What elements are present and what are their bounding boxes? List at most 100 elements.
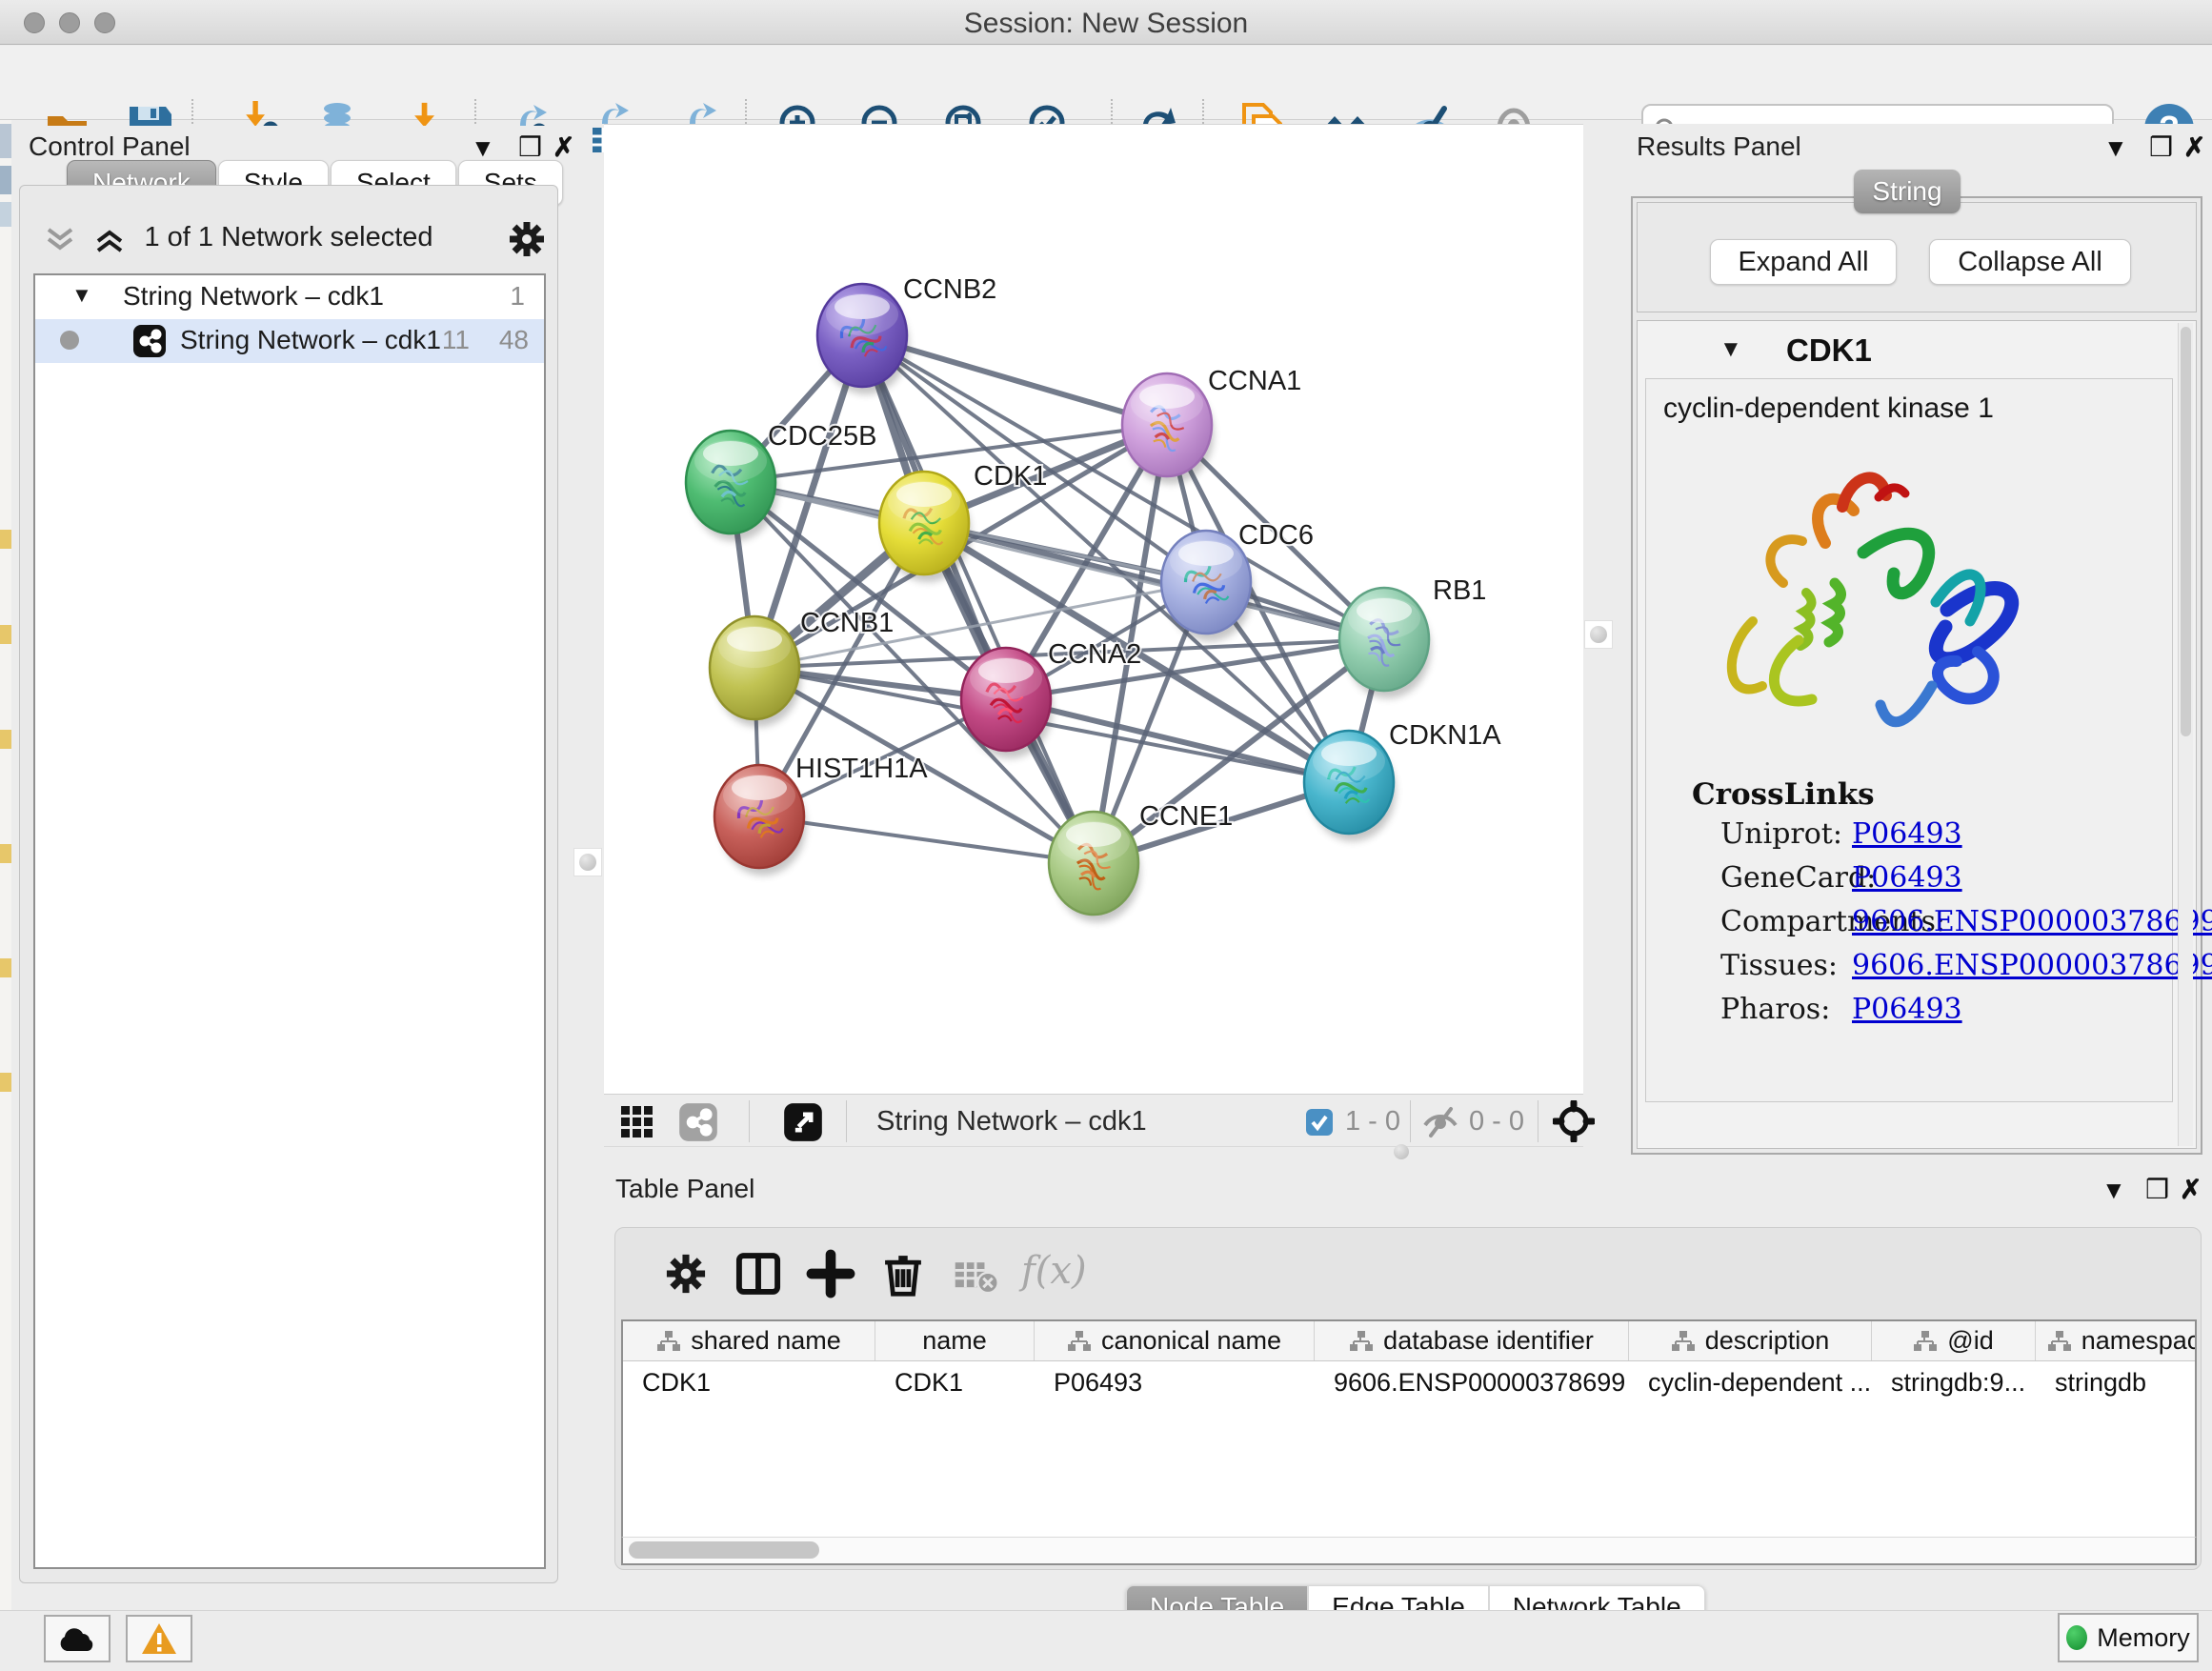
node-CCNE1[interactable] bbox=[1049, 812, 1140, 922]
results-scrollbar[interactable] bbox=[2178, 323, 2193, 1146]
collection-expander-icon[interactable]: ▼ bbox=[71, 283, 92, 308]
column-header--id[interactable]: @id bbox=[1872, 1321, 2036, 1360]
node-section-expander-icon[interactable]: ▼ bbox=[1719, 336, 1742, 363]
results-panel-title: Results Panel bbox=[1637, 131, 1801, 162]
cell-database-identifier[interactable]: 9606.ENSP00000378699 bbox=[1315, 1361, 1629, 1403]
control-panel: Control Panel ▼ ❒ ✗ NetworkStyleSelectSe… bbox=[11, 126, 564, 1589]
network-view-toolbar: String Network – cdk1 1 - 0 0 - 0 bbox=[604, 1094, 1583, 1147]
network-canvas[interactable]: CCNB2CCNA1CDC25BCDK1CDC6RB1CCNB1CCNA2CDK… bbox=[604, 124, 1583, 1094]
node-CDK1[interactable] bbox=[879, 472, 971, 582]
crosslink-link[interactable]: P06493 bbox=[1852, 993, 1962, 1026]
protein-structure-image bbox=[1692, 440, 2092, 764]
network-edge-count: 48 bbox=[499, 325, 529, 355]
cell-name[interactable]: CDK1 bbox=[875, 1361, 1035, 1403]
crosslinks-heading: CrossLinks bbox=[1692, 777, 1875, 812]
node-CDC25B[interactable] bbox=[686, 431, 777, 541]
status-bar: Memory bbox=[0, 1610, 2212, 1671]
node-table-header: shared namenamecanonical namedatabase id… bbox=[623, 1321, 2195, 1361]
right-splitter-handle[interactable] bbox=[1584, 620, 1613, 649]
left-splitter-handle[interactable] bbox=[573, 848, 602, 876]
node-label-CDKN1A: CDKN1A bbox=[1389, 720, 1501, 751]
cell-description[interactable]: cyclin-dependent ... bbox=[1629, 1361, 1872, 1403]
fit-selected-crosshair-icon[interactable] bbox=[1553, 1100, 1595, 1142]
crosslink-link[interactable]: 9606.ENSP00000378699 bbox=[1852, 905, 2212, 938]
column-header-database-identifier[interactable]: database identifier bbox=[1315, 1321, 1629, 1360]
control-panel-network-tab-content: 1 of 1 Network selected ▼ String Network… bbox=[19, 185, 558, 1583]
selected-checkbox-icon[interactable] bbox=[1305, 1108, 1334, 1137]
crosslink-label: Tissues: bbox=[1720, 949, 1838, 982]
control-panel-collapse-icon[interactable]: ▼ bbox=[471, 133, 495, 163]
node-table[interactable]: shared namenamecanonical namedatabase id… bbox=[621, 1319, 2197, 1537]
table-panel-float-icon[interactable]: ❒ bbox=[2145, 1174, 2169, 1205]
column-header-description[interactable]: description bbox=[1629, 1321, 1872, 1360]
column-header-shared-name[interactable]: shared name bbox=[623, 1321, 875, 1360]
crosslink-link[interactable]: P06493 bbox=[1852, 817, 1962, 851]
bottom-splitter-handle[interactable] bbox=[1389, 1141, 1414, 1162]
network-row[interactable]: String Network – cdk1 11 48 bbox=[35, 319, 544, 363]
cell-namespace[interactable]: stringdb bbox=[2036, 1361, 2197, 1403]
expand-all-button[interactable]: Expand All bbox=[1710, 239, 1897, 285]
node-CCNA1[interactable] bbox=[1122, 373, 1214, 484]
column-header-canonical-name[interactable]: canonical name bbox=[1035, 1321, 1315, 1360]
toolbar-separator bbox=[749, 1100, 750, 1142]
crosslink-label: Pharos: bbox=[1720, 993, 1830, 1026]
results-panel-close-icon[interactable]: ✗ bbox=[2183, 131, 2205, 163]
node-CCNA2[interactable] bbox=[961, 648, 1053, 758]
hidden-eye-slash-icon bbox=[1421, 1106, 1459, 1138]
cell--id[interactable]: stringdb:9... bbox=[1872, 1361, 2036, 1403]
network-node-count: 11 bbox=[442, 325, 470, 355]
add-column-icon[interactable] bbox=[806, 1249, 855, 1299]
control-panel-title: Control Panel bbox=[29, 131, 191, 162]
results-panel-collapse-icon[interactable]: ▼ bbox=[2103, 133, 2128, 163]
network-share-toggle-icon[interactable] bbox=[678, 1102, 718, 1142]
tab-string[interactable]: String bbox=[1854, 170, 1961, 213]
collapse-all-button[interactable]: Collapse All bbox=[1929, 239, 2131, 285]
cloud-icon bbox=[57, 1624, 97, 1653]
network-collection-row[interactable]: ▼ String Network – cdk1 1 bbox=[35, 275, 544, 319]
hidden-node-edge-count: 0 - 0 bbox=[1469, 1106, 1524, 1137]
node-section-header[interactable]: ▼ CDK1 bbox=[1639, 323, 2179, 376]
crosslink-label: Uniprot: bbox=[1720, 817, 1842, 851]
table-options-gear-icon[interactable] bbox=[661, 1249, 711, 1299]
network-options-gear-icon[interactable] bbox=[506, 218, 548, 260]
node-label-CCNB2: CCNB2 bbox=[903, 274, 996, 305]
node-CCNB2[interactable] bbox=[817, 284, 909, 394]
node-HIST1H1A[interactable] bbox=[714, 765, 806, 876]
node-label-HIST1H1A: HIST1H1A bbox=[795, 754, 928, 784]
network-share-icon bbox=[132, 324, 167, 358]
delete-column-icon[interactable] bbox=[878, 1249, 928, 1299]
cloud-button[interactable] bbox=[44, 1615, 111, 1662]
column-header-namespace[interactable]: namespace bbox=[2036, 1321, 2197, 1360]
edge-HIST1H1A-CCNE1[interactable] bbox=[759, 816, 1094, 863]
warnings-button[interactable] bbox=[126, 1615, 192, 1662]
table-panel-collapse-icon[interactable]: ▼ bbox=[2101, 1176, 2126, 1205]
cell-shared-name[interactable]: CDK1 bbox=[623, 1361, 875, 1403]
table-horizontal-scrollbar[interactable] bbox=[621, 1537, 2197, 1565]
column-header-name[interactable]: name bbox=[875, 1321, 1035, 1360]
cell-canonical-name[interactable]: P06493 bbox=[1035, 1361, 1315, 1403]
node-CCNB1[interactable] bbox=[710, 616, 801, 727]
node-section-content: cyclin-dependent kinase 1 bbox=[1645, 378, 2173, 1102]
open-in-window-icon[interactable] bbox=[783, 1102, 823, 1142]
node-label-CCNA1: CCNA1 bbox=[1208, 366, 1301, 396]
control-panel-float-icon[interactable]: ❒ bbox=[518, 131, 542, 163]
node-table-row[interactable]: CDK1CDK1P064939606.ENSP00000378699cyclin… bbox=[623, 1361, 2195, 1403]
node-RB1[interactable] bbox=[1339, 588, 1431, 698]
memory-label: Memory bbox=[2097, 1623, 2190, 1653]
node-CDKN1A[interactable] bbox=[1304, 731, 1396, 841]
memory-button[interactable]: Memory bbox=[2058, 1613, 2199, 1662]
crosslink-link[interactable]: 9606.ENSP00000378699 bbox=[1852, 949, 2212, 982]
network-collection-list: ▼ String Network – cdk1 1 String Network… bbox=[33, 273, 546, 1569]
show-columns-icon[interactable] bbox=[734, 1249, 783, 1299]
string-results-buttons: Expand All Collapse All bbox=[1637, 202, 2197, 312]
node-label-CDC25B: CDC25B bbox=[768, 421, 876, 452]
network-status-dot-icon bbox=[60, 331, 79, 350]
results-panel-float-icon[interactable]: ❒ bbox=[2149, 131, 2173, 163]
control-panel-close-icon[interactable]: ✗ bbox=[553, 131, 574, 163]
network-list-toolbar: 1 of 1 Network selected bbox=[20, 212, 557, 266]
window-title: Session: New Session bbox=[0, 8, 2212, 40]
network-graph[interactable]: CCNB2CCNA1CDC25BCDK1CDC6RB1CCNB1CCNA2CDK… bbox=[604, 125, 1583, 1095]
table-panel-close-icon[interactable]: ✗ bbox=[2180, 1174, 2202, 1205]
birds-eye-view-icon[interactable] bbox=[619, 1104, 655, 1140]
crosslink-link[interactable]: P06493 bbox=[1852, 861, 1962, 895]
